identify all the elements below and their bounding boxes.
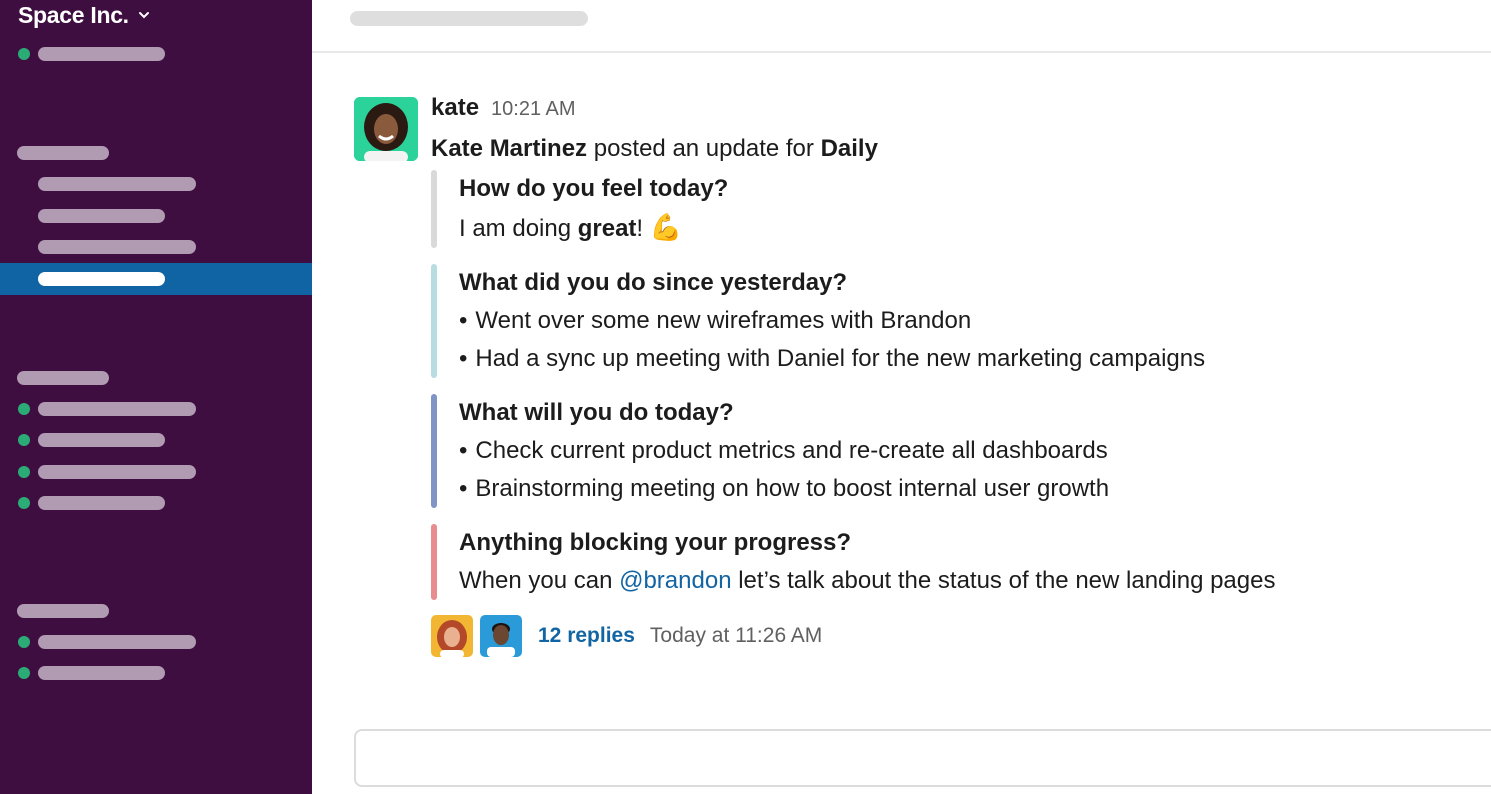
user-status-placeholder[interactable] xyxy=(38,47,165,61)
last-reply-time: Today at 11:26 AM xyxy=(649,624,823,647)
presence-dot xyxy=(18,636,30,648)
workspace-switcher[interactable]: Space Inc. xyxy=(18,0,151,30)
section-rail xyxy=(431,524,437,600)
flexed-biceps-emoji-icon: 💪 xyxy=(649,212,683,242)
section-rail xyxy=(431,264,437,378)
presence-dot xyxy=(18,403,30,415)
section-header-placeholder[interactable] xyxy=(17,146,109,160)
message-intro: Kate Martinez posted an update for Daily xyxy=(431,132,1471,166)
presence-dot xyxy=(18,48,30,60)
workspace-name: Space Inc. xyxy=(18,2,129,28)
message-composer-input[interactable] xyxy=(354,729,1491,787)
section-answer: When you can @brandon let’s talk about t… xyxy=(459,562,1471,600)
section-answer: I am doing great! 💪 xyxy=(459,208,1471,248)
user-mention-link[interactable]: @brandon xyxy=(619,567,731,594)
person-avatar-icon xyxy=(354,97,418,161)
channel-item-active[interactable] xyxy=(0,263,312,295)
standup-section-blocking: Anything blocking your progress? When yo… xyxy=(431,524,1471,600)
channel-title-placeholder[interactable] xyxy=(350,11,588,26)
presence-dot xyxy=(18,497,30,509)
section-bullet: Had a sync up meeting with Daniel for th… xyxy=(459,340,1471,378)
app-item-placeholder[interactable] xyxy=(38,666,165,680)
section-header-placeholder[interactable] xyxy=(17,371,109,385)
channel-header xyxy=(312,0,1491,53)
section-rail xyxy=(431,170,437,248)
channel-item-placeholder[interactable] xyxy=(38,240,196,254)
channel-item-placeholder[interactable] xyxy=(38,209,165,223)
standup-section-yesterday: What did you do since yesterday? Went ov… xyxy=(431,264,1471,378)
replier-avatar xyxy=(480,615,522,657)
presence-dot xyxy=(18,434,30,446)
answer-text: let’s talk about the status of the new l… xyxy=(731,567,1276,594)
dm-item-placeholder[interactable] xyxy=(38,402,196,416)
presence-dot xyxy=(18,667,30,679)
chevron-down-icon xyxy=(138,12,149,19)
section-rail xyxy=(431,394,437,508)
message-timestamp[interactable]: 10:21 AM xyxy=(491,98,576,121)
section-question: What did you do since yesterday? xyxy=(459,269,848,296)
section-bullet: Went over some new wireframes with Brand… xyxy=(459,302,1471,340)
section-bullet: Brainstorming meeting on how to boost in… xyxy=(459,470,1471,508)
channel-item-active-placeholder xyxy=(38,272,165,286)
dm-item-placeholder[interactable] xyxy=(38,465,196,479)
dm-item-placeholder[interactable] xyxy=(38,496,165,510)
poster-name: Kate Martinez xyxy=(431,135,588,162)
posted-text: posted an update for xyxy=(587,135,821,162)
replies-link[interactable]: 12 replies xyxy=(538,624,635,648)
standup-section-feel: How do you feel today? I am doing great!… xyxy=(431,170,1471,248)
app-item-placeholder[interactable] xyxy=(38,635,196,649)
section-question: What will you do today? xyxy=(459,399,734,426)
section-question: Anything blocking your progress? xyxy=(459,529,852,556)
author-name[interactable]: kate xyxy=(431,94,479,122)
message-header: kate 10:21 AM xyxy=(431,94,1471,130)
message: kate 10:21 AM Kate Martinez posted an up… xyxy=(431,94,1471,658)
answer-text: I am doing xyxy=(459,215,578,242)
section-header-placeholder[interactable] xyxy=(17,604,109,618)
answer-text: When you can xyxy=(459,567,620,594)
section-question: How do you feel today? xyxy=(459,175,729,202)
person-avatar-icon xyxy=(431,615,473,657)
replier-avatar xyxy=(431,615,473,657)
answer-bold: great xyxy=(577,215,637,242)
section-bullet: Check current product metrics and re-cre… xyxy=(459,432,1471,470)
person-avatar-icon xyxy=(480,615,522,657)
presence-dot xyxy=(18,466,30,478)
main-pane: kate 10:21 AM Kate Martinez posted an up… xyxy=(312,0,1491,794)
standup-section-today: What will you do today? Check current pr… xyxy=(431,394,1471,508)
report-name: Daily xyxy=(820,135,878,162)
thread-summary[interactable]: 12 replies Today at 11:26 AM xyxy=(431,614,1471,658)
answer-text: ! xyxy=(636,215,650,242)
dm-item-placeholder[interactable] xyxy=(38,433,165,447)
sidebar: Space Inc. xyxy=(0,0,312,794)
channel-item-placeholder[interactable] xyxy=(38,177,196,191)
author-avatar[interactable] xyxy=(354,97,418,161)
